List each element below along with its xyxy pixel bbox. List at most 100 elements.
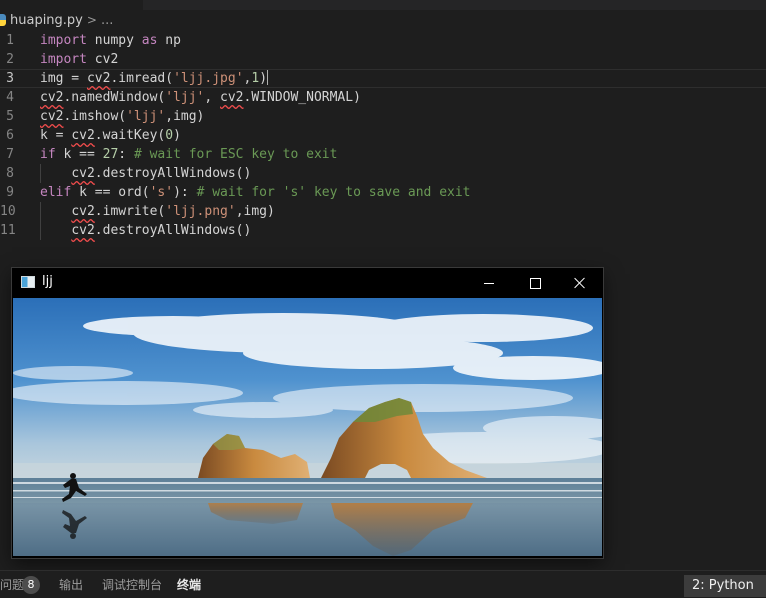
code-token: 'ljj.png': [165, 204, 236, 219]
panel-tab-bar: 问题 8 输出 调试控制台 终端 2: Python: [0, 570, 766, 598]
code-token: k ==: [55, 147, 103, 162]
code-line[interactable]: 4 cv2.namedWindow('ljj', cv2.WINDOW_NORMA…: [0, 88, 766, 107]
error-squiggle-token: cv2: [71, 223, 95, 238]
minimize-button[interactable]: [466, 268, 512, 298]
line-number: 1: [6, 33, 14, 48]
code-token: :: [118, 147, 134, 162]
code-token: .imwrite(: [94, 204, 166, 219]
tab-debug-console[interactable]: 调试控制台: [102, 577, 162, 593]
minimize-icon: [484, 282, 494, 284]
code-token: if: [40, 147, 56, 162]
line-number: 5: [6, 109, 14, 124]
beach-landscape-image: [13, 298, 602, 556]
code-token: ,: [204, 90, 221, 105]
error-squiggle-token: cv2: [40, 90, 64, 105]
code-token: k =: [40, 128, 72, 143]
code-line[interactable]: 2 import cv2: [0, 50, 766, 69]
code-token: 's': [149, 185, 174, 200]
code-token: np: [157, 33, 181, 48]
breadcrumb-more[interactable]: ...: [101, 13, 113, 28]
error-squiggle-token: cv2: [71, 166, 95, 181]
code-token: .imshow(: [63, 109, 127, 124]
code-token: ord: [118, 185, 142, 200]
code-token: .destroyAllWindows(): [94, 223, 252, 238]
code-text: cv2.destroyAllWindows(): [40, 164, 251, 183]
code-line[interactable]: 3 img = cv2.imread('ljj.jpg',1): [0, 69, 766, 88]
close-icon: [574, 277, 586, 289]
tab-output[interactable]: 输出: [59, 577, 83, 593]
error-squiggle-token: cv2: [71, 128, 95, 143]
error-squiggle-token: cv2: [86, 71, 111, 86]
line-number: 8: [6, 166, 14, 181]
code-line[interactable]: 11 cv2.destroyAllWindows(): [0, 221, 766, 240]
breadcrumb-file[interactable]: huaping.py: [10, 13, 83, 28]
error-squiggle-token: cv2: [40, 109, 64, 124]
code-token: # wait for 's' key to save and exit: [196, 185, 471, 200]
window-titlebar[interactable]: ljj: [12, 268, 603, 298]
code-token: 1: [251, 71, 260, 86]
code-token: import: [40, 52, 87, 67]
line-number: 2: [6, 52, 14, 67]
code-token: as: [141, 33, 158, 48]
code-token: ,img): [235, 204, 275, 219]
line-number: 6: [6, 128, 14, 143]
code-text: cv2.imwrite('ljj.png',img): [40, 202, 275, 221]
code-line[interactable]: 7 if k == 27: # wait for ESC key to exit: [0, 145, 766, 164]
tab-terminal[interactable]: 终端: [177, 577, 201, 593]
code-line[interactable]: 8 cv2.destroyAllWindows(): [0, 164, 766, 183]
code-line[interactable]: 5 cv2.imshow('ljj',img): [0, 107, 766, 126]
line-number: 11: [0, 223, 16, 238]
code-text: cv2.destroyAllWindows(): [40, 221, 251, 240]
maximize-button[interactable]: [512, 268, 558, 298]
line-number: 4: [6, 90, 14, 105]
code-line[interactable]: 6 k = cv2.waitKey(0): [0, 126, 766, 145]
line-number: 10: [0, 204, 16, 219]
code-token: ,img): [165, 109, 205, 124]
line-number: 3: [6, 71, 14, 86]
code-text: import cv2: [40, 50, 118, 69]
chevron-right-icon: >: [86, 13, 97, 27]
code-text: elif k == ord('s'): # wait for 's' key t…: [40, 183, 471, 202]
code-token: .imread(: [110, 71, 174, 86]
opencv-image-window[interactable]: ljj: [12, 268, 603, 558]
tab-problems[interactable]: 问题: [0, 577, 24, 593]
code-token: numpy: [86, 33, 142, 48]
code-line[interactable]: 1 import numpy as np: [0, 31, 766, 50]
code-token: ):: [173, 185, 197, 200]
code-line[interactable]: 10 cv2.imwrite('ljj.png',img): [0, 202, 766, 221]
editor-tab-strip: [0, 0, 766, 10]
code-editor[interactable]: 1 import numpy as np 2 import cv2 3 img = cv2…: [0, 31, 766, 240]
maximize-icon: [529, 277, 541, 289]
code-text: if k == 27: # wait for ESC key to exit: [40, 145, 337, 164]
window-title: ljj: [42, 274, 53, 289]
breadcrumb: huaping.py > ...: [0, 10, 113, 30]
code-token: elif: [40, 185, 72, 200]
line-number: 9: [6, 185, 14, 200]
close-button[interactable]: [557, 268, 603, 298]
code-token: .waitKey(: [94, 128, 166, 143]
code-token: 27: [102, 147, 119, 162]
python-file-icon: [0, 14, 6, 26]
code-token: .namedWindow(: [63, 90, 166, 105]
code-text: k = cv2.waitKey(0): [40, 126, 181, 145]
error-squiggle-token: cv2: [71, 204, 95, 219]
code-token: 'ljj.jpg': [173, 71, 244, 86]
displayed-image: [13, 298, 602, 556]
code-token: ): [173, 128, 181, 143]
line-number: 7: [6, 147, 14, 162]
code-token: .destroyAllWindows(): [94, 166, 252, 181]
code-token: import: [40, 33, 87, 48]
code-token: 0: [165, 128, 174, 143]
text-cursor: [267, 70, 269, 85]
editor-tab-active[interactable]: [0, 0, 143, 10]
terminal-selector[interactable]: 2: Python: [684, 575, 766, 597]
code-line[interactable]: 9 elif k == ord('s'): # wait for 's' key …: [0, 183, 766, 202]
code-token: 'ljj': [126, 109, 166, 124]
problems-count-badge: 8: [22, 576, 40, 594]
code-text: cv2.imshow('ljj',img): [40, 107, 204, 126]
vscode-window: huaping.py > ... 1 import numpy as np 2 imp…: [0, 0, 766, 598]
code-token: k ==: [71, 185, 119, 200]
code-text: img = cv2.imread('ljj.jpg',1): [40, 69, 269, 88]
code-token: 'ljj': [165, 90, 205, 105]
